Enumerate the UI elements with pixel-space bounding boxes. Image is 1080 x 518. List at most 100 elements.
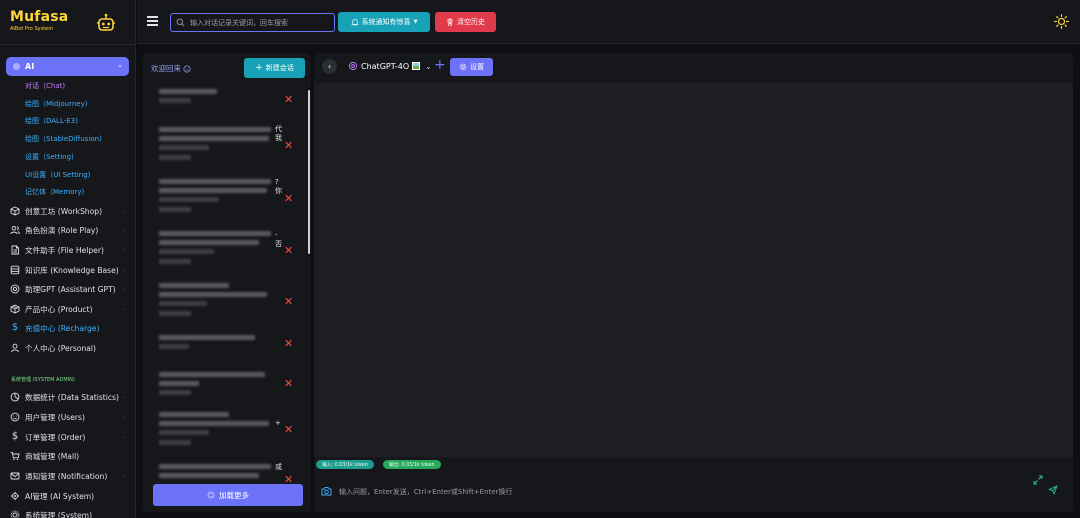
chat-header: ‹ ChatGPT-4O ⌄ + 设置 — [314, 53, 1073, 83]
sidebar-item-notification[interactable]: 通知管理 (Notification) › — [10, 469, 128, 483]
user-icon — [11, 343, 19, 353]
menu-toggle-icon[interactable] — [147, 16, 158, 26]
model-selector[interactable]: ChatGPT-4O ⌄ — [348, 61, 432, 71]
sidebar-divider — [0, 44, 135, 45]
cube-icon — [10, 206, 20, 216]
new-chat-button[interactable]: + 新建会话 — [244, 58, 305, 78]
sidebar-item-label: 产品中心 (Product) — [25, 304, 93, 314]
chat-message-input[interactable] — [339, 483, 989, 500]
delete-conversation-icon[interactable]: ✕ — [284, 296, 293, 307]
search-box[interactable] — [170, 13, 335, 32]
conversation-item[interactable]: ✕ 代 我 — [151, 125, 301, 175]
sidebar-item-assistant-gpt[interactable]: 助理GPT (Assistant GPT) › — [10, 282, 128, 296]
search-input[interactable] — [190, 18, 330, 27]
chevron-right-icon: › — [123, 393, 126, 401]
database-icon — [10, 265, 20, 275]
admin-section-label: 系统管理 (SYSTEM ADMIN) — [11, 377, 75, 383]
sidebar-item-label: 订单管理 (Order) — [25, 432, 86, 442]
landscape-emoji-icon — [412, 62, 421, 70]
conversation-item[interactable]: ✕ 或 — [151, 461, 301, 483]
conversation-item[interactable]: ✕ + — [151, 409, 301, 457]
sidebar-item-data-statistics[interactable]: 数据统计 (Data Statistics) › — [10, 390, 128, 404]
delete-conversation-icon[interactable]: ✕ — [284, 474, 293, 483]
delete-conversation-icon[interactable]: ✕ — [284, 140, 293, 151]
conversation-item[interactable]: ✕ - 否 — [151, 229, 301, 279]
sidebar-item-knowledge-base[interactable]: 知识库 (Knowledge Base) › — [10, 263, 128, 277]
sidebar-group-ai[interactable]: AI ⌄ — [6, 57, 129, 76]
clear-history-button[interactable]: 清空历史 — [435, 12, 496, 32]
delete-conversation-icon[interactable]: ✕ — [284, 378, 293, 389]
sidebar-item-label: 通知管理 (Notification) — [25, 471, 108, 481]
chat-settings-label: 设置 — [470, 63, 484, 71]
delete-conversation-icon[interactable]: ✕ — [284, 245, 293, 256]
input-token-badge: 输入: 0.03/1k token — [316, 460, 374, 469]
chevron-right-icon: › — [123, 266, 126, 274]
conversation-item[interactable]: ✕ — [151, 87, 301, 123]
sidebar-item-role-play[interactable]: 角色扮演 (Role Play) › — [10, 223, 128, 237]
sidebar-subitem-memory[interactable]: 记忆体（Memory) — [25, 187, 84, 197]
sidebar-item-mall[interactable]: 商城管理 (Mall) › — [10, 449, 128, 463]
conversation-item[interactable]: ✕ — [151, 369, 301, 409]
add-model-icon[interactable]: + — [434, 58, 446, 72]
sidebar-subitem-chat[interactable]: 对话（Chat) — [25, 81, 65, 91]
conversation-preview-fragment: 代 我 — [275, 125, 282, 142]
chevron-right-icon: › — [123, 452, 126, 460]
chevron-right-icon: › — [123, 246, 126, 254]
chevron-right-icon: › — [123, 433, 126, 441]
sidebar-item-order[interactable]: $ 订单管理 (Order) › — [10, 430, 128, 444]
cart-icon — [10, 452, 20, 461]
chevron-right-icon: › — [123, 207, 126, 215]
delete-conversation-icon[interactable]: ✕ — [284, 193, 293, 204]
chevron-right-icon: › — [123, 305, 126, 313]
sidebar-item-label: 知识库 (Knowledge Base) — [25, 265, 119, 275]
delete-conversation-icon[interactable]: ✕ — [284, 94, 293, 105]
sidebar-subitem-midjourney[interactable]: 绘图（Midjourney) — [25, 99, 87, 109]
chevron-down-icon: ⌄ — [425, 61, 432, 71]
sidebar-subitem-setting[interactable]: 设置（Setting) — [25, 152, 74, 162]
chevron-right-icon: › — [123, 492, 126, 500]
sidebar-item-system[interactable]: 系统管理 (System) — [10, 508, 128, 518]
conversation-item[interactable]: ✕ — [151, 333, 301, 369]
ai-group-label: AI — [25, 62, 35, 71]
chat-main: ‹ ChatGPT-4O ⌄ + 设置 输入: 0.03/1k token 输出… — [314, 53, 1073, 512]
sidebar-item-file-helper[interactable]: 文件助手 (File Helper) › — [10, 243, 128, 257]
chat-settings-button[interactable]: 设置 — [450, 58, 493, 76]
delete-conversation-icon[interactable]: ✕ — [284, 338, 293, 349]
send-icon[interactable] — [1048, 485, 1058, 495]
sidebar-subitem-stablediffusion[interactable]: 绘图（StableDiffusion) — [25, 134, 102, 144]
sidebar-item-product[interactable]: 产品中心 (Product) › — [10, 302, 128, 316]
brand-logo[interactable]: Mufasa AIBot Pro System — [10, 9, 68, 32]
sidebar: Mufasa AIBot Pro System AI ⌄ 对话（Chat) 绘图… — [0, 0, 136, 518]
robot-icon[interactable] — [96, 13, 116, 33]
trash-icon — [447, 18, 453, 26]
chevron-right-icon: › — [123, 226, 126, 234]
sidebar-item-personal[interactable]: 个人中心 (Personal) — [10, 341, 128, 355]
sidebar-item-users[interactable]: 用户管理 (Users) › — [10, 410, 128, 424]
sidebar-item-workshop[interactable]: 创意工坊 (WorkShop) › — [10, 204, 128, 218]
sidebar-item-recharge[interactable]: $ 充值中心 (Recharge) › — [10, 321, 128, 335]
expand-icon[interactable] — [1033, 475, 1043, 485]
caret-down-icon: ▼ — [413, 19, 418, 25]
sidebar-item-label: AI管理 (AI System) — [25, 491, 95, 501]
dollar-icon: $ — [11, 431, 19, 442]
sidebar-item-label: 商城管理 (Mall) — [25, 451, 80, 461]
collapse-list-button[interactable]: ‹ — [322, 59, 337, 74]
notification-button[interactable]: 系统通知有惊喜 ▼ — [338, 12, 430, 32]
mail-icon — [10, 472, 20, 480]
sidebar-item-ai-system[interactable]: AI管理 (AI System) › — [10, 489, 128, 503]
bell-icon — [350, 18, 359, 26]
load-more-button[interactable]: 加载更多 — [153, 484, 303, 506]
conversation-list-scrollbar[interactable] — [308, 90, 310, 254]
conversation-item[interactable]: ✕ — [151, 281, 301, 331]
conversation-item[interactable]: ✕ ? 你 — [151, 177, 301, 227]
theme-toggle-sun-icon[interactable] — [1054, 14, 1069, 29]
sidebar-subitem-dalle3[interactable]: 绘图（DALL-E3) — [25, 116, 78, 126]
notification-button-label: 系统通知有惊喜 — [361, 18, 411, 26]
sidebar-subitem-ui-setting[interactable]: UI设置（UI Setting) — [25, 170, 90, 180]
chevron-right-icon: › — [123, 413, 126, 421]
camera-icon[interactable] — [321, 486, 332, 496]
top-bar: 系统通知有惊喜 ▼ 清空历史 — [137, 0, 1080, 44]
sidebar-item-label: 角色扮演 (Role Play) — [25, 225, 99, 235]
delete-conversation-icon[interactable]: ✕ — [284, 424, 293, 435]
gear-icon — [459, 63, 467, 71]
